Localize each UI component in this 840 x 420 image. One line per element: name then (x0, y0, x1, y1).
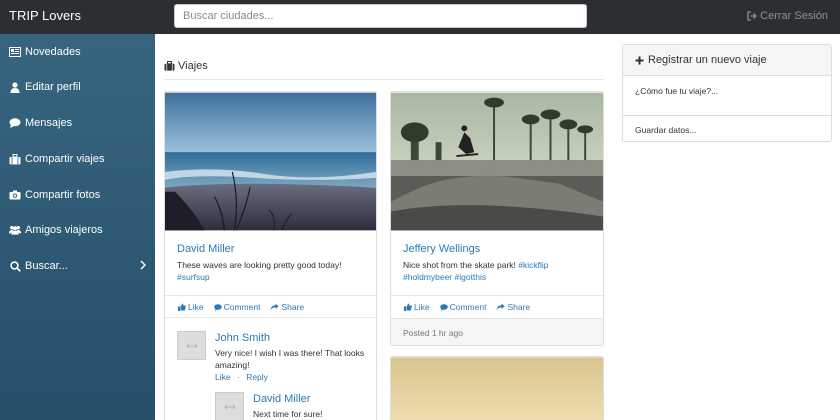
post-timestamp: Posted 1 hr ago (391, 318, 603, 345)
save-data-button[interactable]: Guardar datos... (623, 123, 831, 137)
post-author[interactable]: Jeffery Wellings (403, 243, 480, 255)
newspaper-icon (9, 46, 21, 58)
new-trip-panel: Registrar un nuevo viaje Guardar datos..… (622, 44, 832, 142)
post-card: Jeffery Wellings Nice shot from the skat… (390, 91, 604, 346)
sidebar-item-editar-perfil[interactable]: Editar perfil (0, 73, 155, 101)
hashtag-link[interactable]: #holdmybeer #igotthis (403, 272, 486, 282)
post-text-body: Nice shot from the skate park! (403, 260, 516, 270)
sidebar-item-label: Amigos viajeros (25, 224, 103, 236)
logout-label: Cerrar Sesión (760, 10, 828, 22)
sidebar: Novedades Editar perfil Mensajes Compart… (0, 34, 155, 420)
plus-icon (635, 56, 644, 64)
suitcase-icon (164, 61, 175, 71)
post-image-skatepark[interactable] (391, 92, 603, 231)
chevron-right-icon (140, 260, 147, 273)
sidebar-item-label: Mensajes (25, 117, 73, 129)
sidebar-item-label: Buscar... (25, 260, 68, 272)
panel-header: Registrar un nuevo viaje (623, 45, 831, 76)
post-card: David Miller These waves are looking pre… (164, 91, 377, 420)
logout-button[interactable]: Cerrar Sesión (747, 10, 828, 22)
avatar[interactable] (177, 331, 206, 360)
thumbs-up-icon (178, 303, 186, 311)
post-divider (165, 317, 376, 318)
sidebar-item-compartir-viajes[interactable]: Compartir viajes (0, 145, 155, 173)
chat-icon (9, 117, 21, 129)
users-icon (9, 224, 21, 236)
suitcase-icon (9, 153, 21, 165)
camera-icon (9, 189, 21, 201)
sidebar-item-mensajes[interactable]: Mensajes (0, 109, 155, 137)
comment-text-line: amazing! (215, 360, 250, 370)
comment-links: Like · Reply (215, 372, 268, 382)
sidebar-item-buscar[interactable]: Buscar... (0, 252, 155, 280)
thumbs-up-icon (404, 303, 412, 311)
like-label: Like (414, 302, 430, 312)
sidebar-item-label: Compartir viajes (25, 153, 105, 165)
section-title: Viajes (178, 60, 208, 72)
comment-button[interactable]: Comment (213, 302, 261, 312)
image-placeholder-icon (186, 343, 197, 348)
sidebar-item-novedades[interactable]: Novedades (0, 38, 155, 66)
sidebar-item-compartir-fotos[interactable]: Compartir fotos (0, 181, 155, 209)
comment-icon (213, 303, 222, 311)
share-button[interactable]: Share (270, 302, 304, 312)
like-button[interactable]: Like (404, 302, 430, 312)
top-navbar: TRIP Lovers Cerrar Sesión (0, 0, 840, 34)
panel-title: Registrar un nuevo viaje (648, 54, 767, 66)
sidebar-item-label: Compartir fotos (25, 189, 101, 201)
search-icon (9, 260, 21, 272)
post-author[interactable]: David Miller (177, 243, 234, 255)
like-label: Like (188, 302, 204, 312)
comment-author[interactable]: John Smith (215, 332, 270, 344)
like-button[interactable]: Like (178, 302, 204, 312)
share-icon (496, 303, 505, 311)
comment-button[interactable]: Comment (439, 302, 487, 312)
share-label: Share (281, 302, 305, 312)
post-image-beach[interactable] (165, 92, 376, 231)
section-divider (164, 79, 604, 80)
comment-icon (439, 303, 448, 311)
post-divider (391, 295, 603, 296)
comment-reply-link[interactable]: Reply (246, 372, 268, 382)
post-divider (165, 295, 376, 296)
sidebar-item-label: Novedades (25, 46, 81, 58)
comment-like-link[interactable]: Like (215, 372, 231, 382)
comment-author[interactable]: David Miller (253, 393, 310, 405)
search-input[interactable] (174, 4, 587, 28)
sidebar-item-label: Editar perfil (25, 81, 81, 93)
comment-label: Comment (223, 302, 261, 312)
trip-question-input[interactable] (623, 84, 831, 98)
share-icon (270, 303, 279, 311)
share-button[interactable]: Share (496, 302, 530, 312)
post-text: These waves are looking pretty good toda… (177, 260, 342, 270)
hashtag-link[interactable]: #kickflip (518, 260, 548, 270)
share-label: Share (507, 302, 531, 312)
user-icon (9, 81, 21, 93)
hashtag-link[interactable]: #surfsup (177, 272, 210, 282)
post-hashtags: #holdmybeer #igotthis (403, 271, 486, 283)
image-placeholder-icon (224, 404, 235, 409)
sidebar-item-amigos-viajeros[interactable]: Amigos viajeros (0, 216, 155, 244)
post-timestamp-text: Posted 1 hr ago (403, 328, 464, 338)
logout-icon (747, 11, 757, 21)
avatar[interactable] (215, 392, 244, 420)
post-card (390, 356, 604, 420)
post-image-sunset[interactable] (391, 357, 603, 420)
post-text: Nice shot from the skate park! #kickflip (403, 259, 549, 271)
section-header: Viajes (164, 60, 208, 72)
comment-label: Comment (449, 302, 487, 312)
post-actions: Like Comment Share (178, 302, 304, 312)
comment-link-separator: · (236, 372, 240, 382)
post-hashtags: #surfsup (177, 271, 210, 283)
app-brand[interactable]: TRIP Lovers (9, 8, 81, 23)
comment-text-line: Very nice! I wish I was there! That look… (215, 348, 365, 358)
panel-divider (623, 115, 831, 116)
post-actions: Like Comment Share (404, 302, 530, 312)
comment-text: Next time for sure! (253, 409, 323, 419)
